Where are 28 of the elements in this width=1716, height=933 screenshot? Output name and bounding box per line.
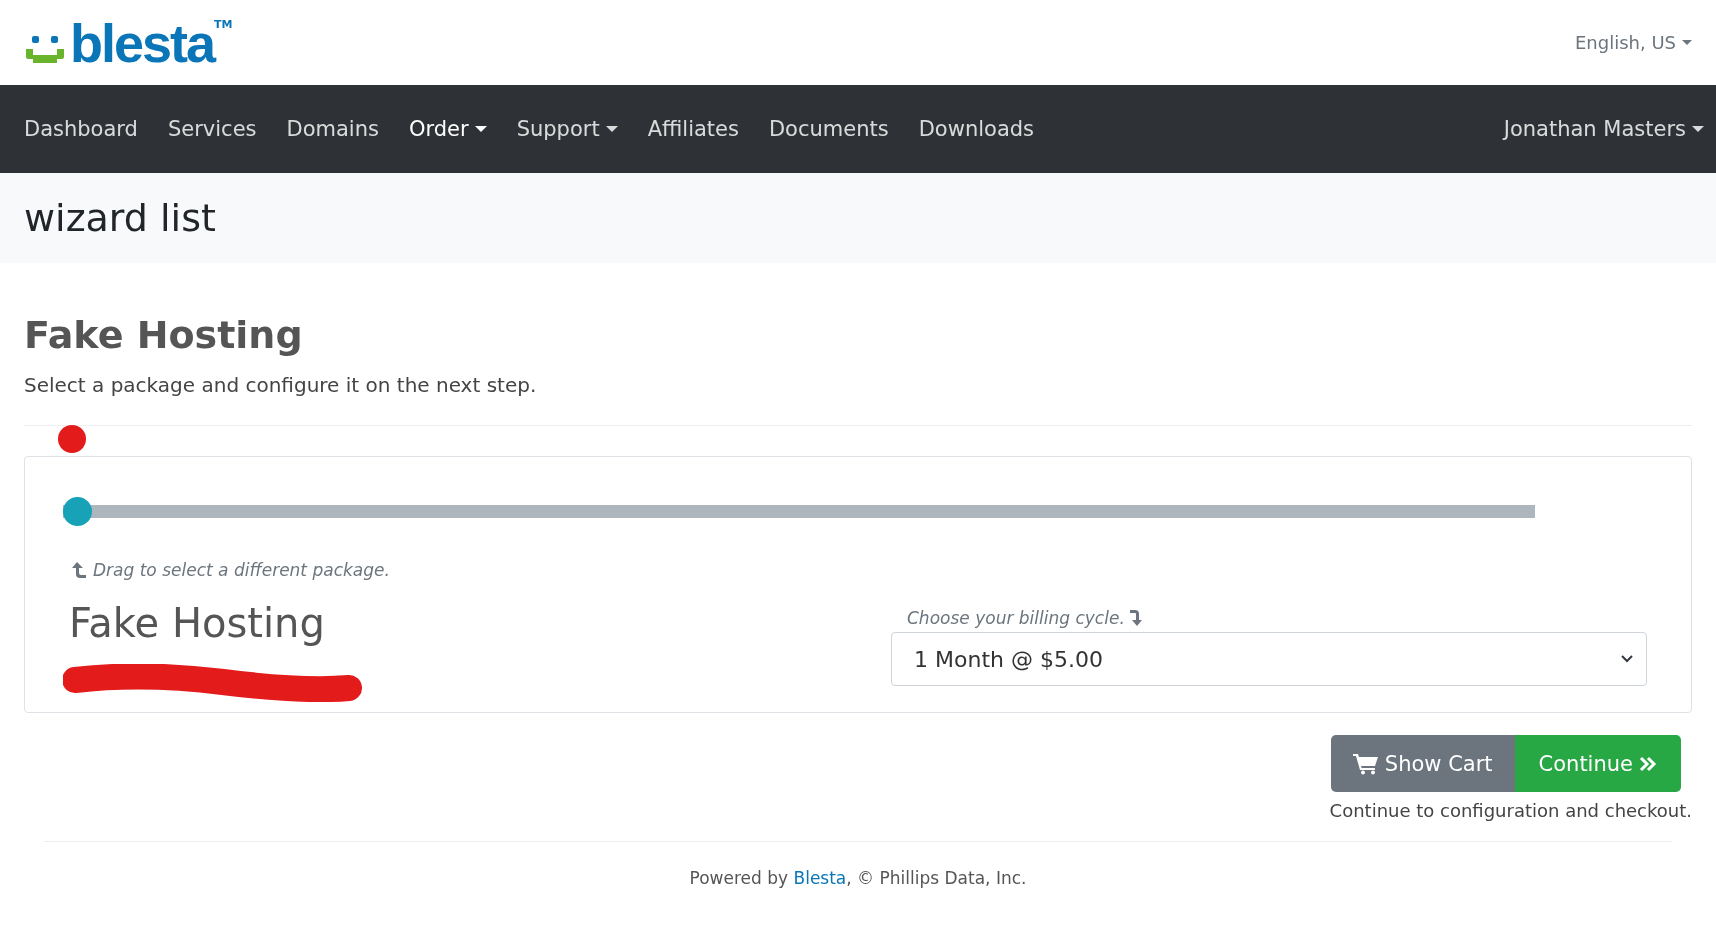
- billing-select[interactable]: 1 Month @ $5.00: [891, 632, 1647, 686]
- arrow-up-icon: [71, 561, 87, 579]
- group-description: Select a package and configure it on the next step.: [24, 373, 538, 397]
- blesta-link[interactable]: Blesta: [793, 868, 847, 888]
- nav-link[interactable]: Documents: [768, 117, 889, 141]
- continue-caption: Continue to configuration and checkout.: [1329, 800, 1692, 821]
- nav-link[interactable]: Support: [516, 117, 618, 141]
- footer-text: Powered by Blesta, © Phillips Data, Inc.: [688, 868, 1028, 888]
- nav-link[interactable]: Services: [167, 117, 257, 141]
- language-dropdown[interactable]: English, US: [1574, 32, 1692, 53]
- nav-link[interactable]: Dashboard: [24, 117, 138, 141]
- package-name: Fake Hosting: [69, 600, 326, 646]
- group-title: Fake Hosting: [24, 313, 304, 357]
- chevron-down-icon: [1620, 654, 1634, 664]
- nav-link[interactable]: Downloads: [918, 117, 1035, 141]
- show-cart-button[interactable]: Show Cart: [1330, 735, 1515, 792]
- slider-hint: Drag to select a different package.: [93, 560, 390, 580]
- cart-icon: [1352, 752, 1379, 775]
- page-title: wizard list: [24, 196, 216, 240]
- annotation-dot: [58, 425, 86, 453]
- billing-label: Choose your billing cycle.: [907, 608, 1125, 628]
- slider-thumb[interactable]: [63, 497, 92, 526]
- user-menu[interactable]: Jonathan Masters: [1503, 117, 1704, 141]
- nav-link[interactable]: Domains: [286, 117, 379, 141]
- double-chevron-icon: [1639, 755, 1657, 772]
- nav-link[interactable]: Order: [408, 117, 487, 141]
- arrow-down-icon: [1128, 609, 1143, 627]
- nav-link[interactable]: Affiliates: [647, 117, 739, 141]
